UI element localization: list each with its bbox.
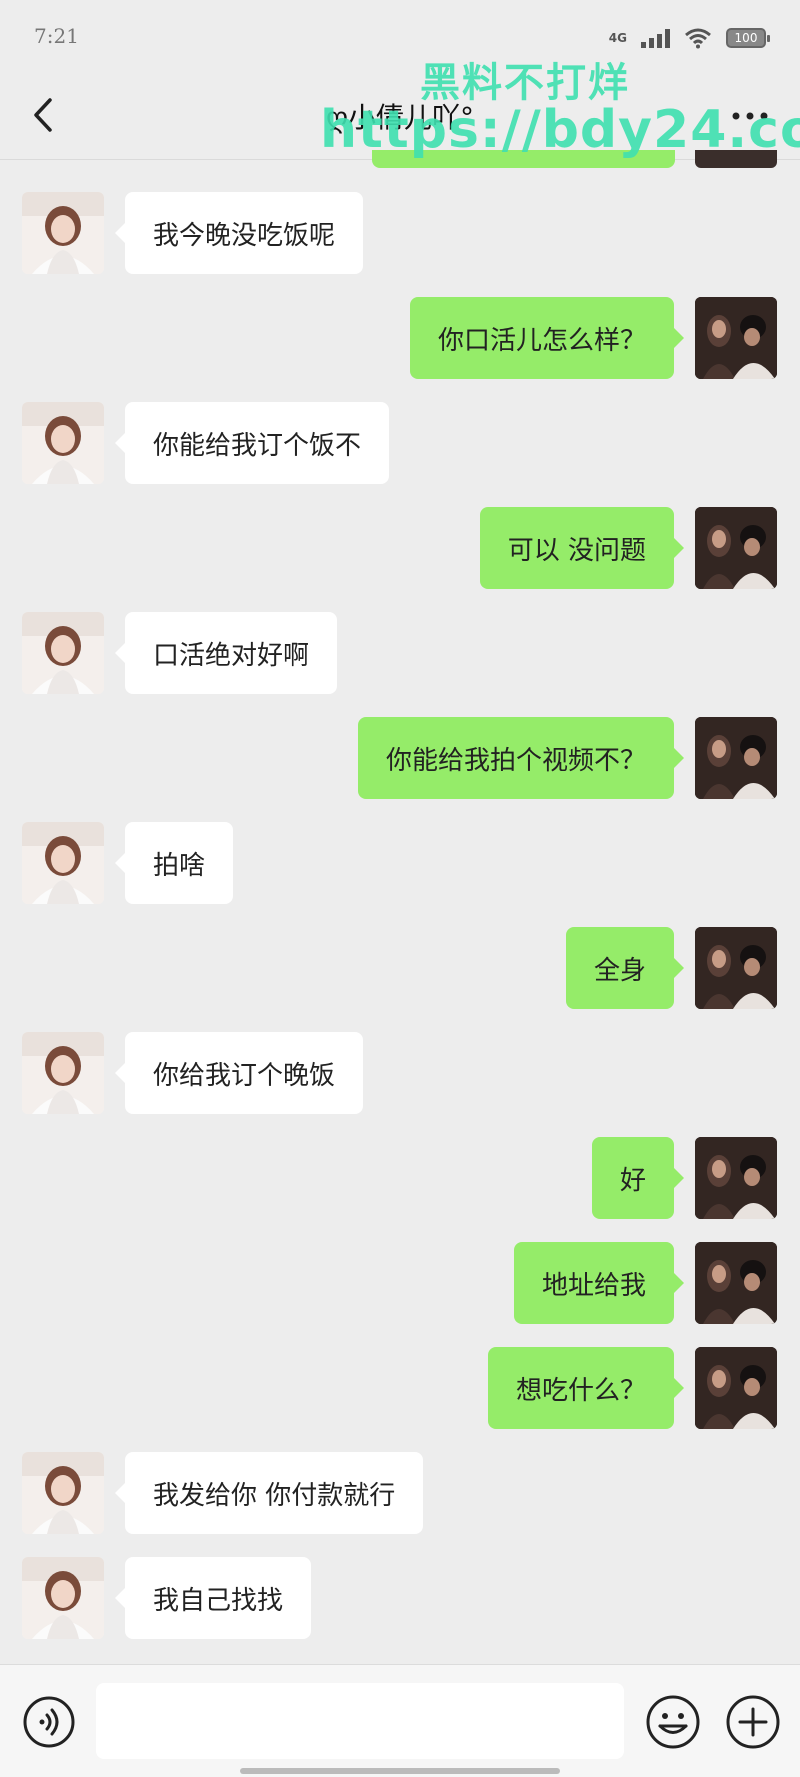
- incoming-message-bubble[interactable]: 我发给你 你付款就行: [114, 1452, 424, 1534]
- battery-icon: 100: [726, 28, 770, 48]
- status-time: 7:21: [34, 24, 79, 48]
- own-avatar[interactable]: [695, 1137, 777, 1219]
- incoming-message-bubble[interactable]: 你能给我订个饭不: [114, 402, 390, 484]
- chat-title: ღ小倩儿吖°: [325, 101, 474, 134]
- network-label: 4G: [608, 31, 627, 45]
- partial-outgoing-bubble: [372, 150, 675, 168]
- voice-icon[interactable]: [22, 1695, 76, 1749]
- contact-avatar[interactable]: [22, 402, 104, 484]
- input-bar: [0, 1664, 800, 1777]
- more-dots-icon[interactable]: [728, 96, 772, 136]
- contact-avatar[interactable]: [22, 1452, 104, 1534]
- emoji-icon[interactable]: [644, 1693, 702, 1751]
- outgoing-message-bubble[interactable]: 你能给我拍个视频不？: [357, 717, 685, 799]
- chat-header: ღ小倩儿吖°: [0, 70, 800, 160]
- own-avatar[interactable]: [695, 717, 777, 799]
- own-avatar[interactable]: [695, 1347, 777, 1429]
- own-avatar[interactable]: [695, 507, 777, 589]
- contact-avatar[interactable]: [22, 612, 104, 694]
- incoming-message-bubble[interactable]: 你给我订个晚饭: [114, 1032, 364, 1114]
- outgoing-message-bubble[interactable]: 想吃什么？: [487, 1347, 685, 1429]
- status-bar: 7:21 4G 100: [0, 0, 800, 70]
- outgoing-message-bubble[interactable]: 好: [591, 1137, 685, 1219]
- incoming-message-bubble[interactable]: 口活绝对好啊: [114, 612, 338, 694]
- own-avatar[interactable]: [695, 1242, 777, 1324]
- message-input[interactable]: [96, 1683, 624, 1759]
- status-icons: 4G 100: [608, 26, 770, 50]
- outgoing-message-bubble[interactable]: 你口活儿怎么样？: [409, 297, 685, 379]
- outgoing-message-bubble[interactable]: 可以 没问题: [479, 507, 685, 589]
- own-avatar[interactable]: [695, 297, 777, 379]
- own-avatar[interactable]: [695, 927, 777, 1009]
- incoming-message-bubble[interactable]: 拍啥: [114, 822, 234, 904]
- home-indicator: [240, 1768, 560, 1774]
- outgoing-message-bubble[interactable]: 全身: [565, 927, 685, 1009]
- contact-avatar[interactable]: [22, 192, 104, 274]
- partial-own-avatar: [695, 150, 777, 168]
- outgoing-message-bubble[interactable]: 地址给我: [513, 1242, 685, 1324]
- signal-icon: [641, 28, 670, 48]
- incoming-message-bubble[interactable]: 我自己找找: [114, 1557, 312, 1639]
- incoming-message-bubble[interactable]: 我今晚没吃饭呢: [114, 192, 364, 274]
- contact-avatar[interactable]: [22, 822, 104, 904]
- contact-avatar[interactable]: [22, 1557, 104, 1639]
- wifi-icon: [685, 28, 711, 49]
- plus-icon[interactable]: [724, 1693, 782, 1751]
- contact-avatar[interactable]: [22, 1032, 104, 1114]
